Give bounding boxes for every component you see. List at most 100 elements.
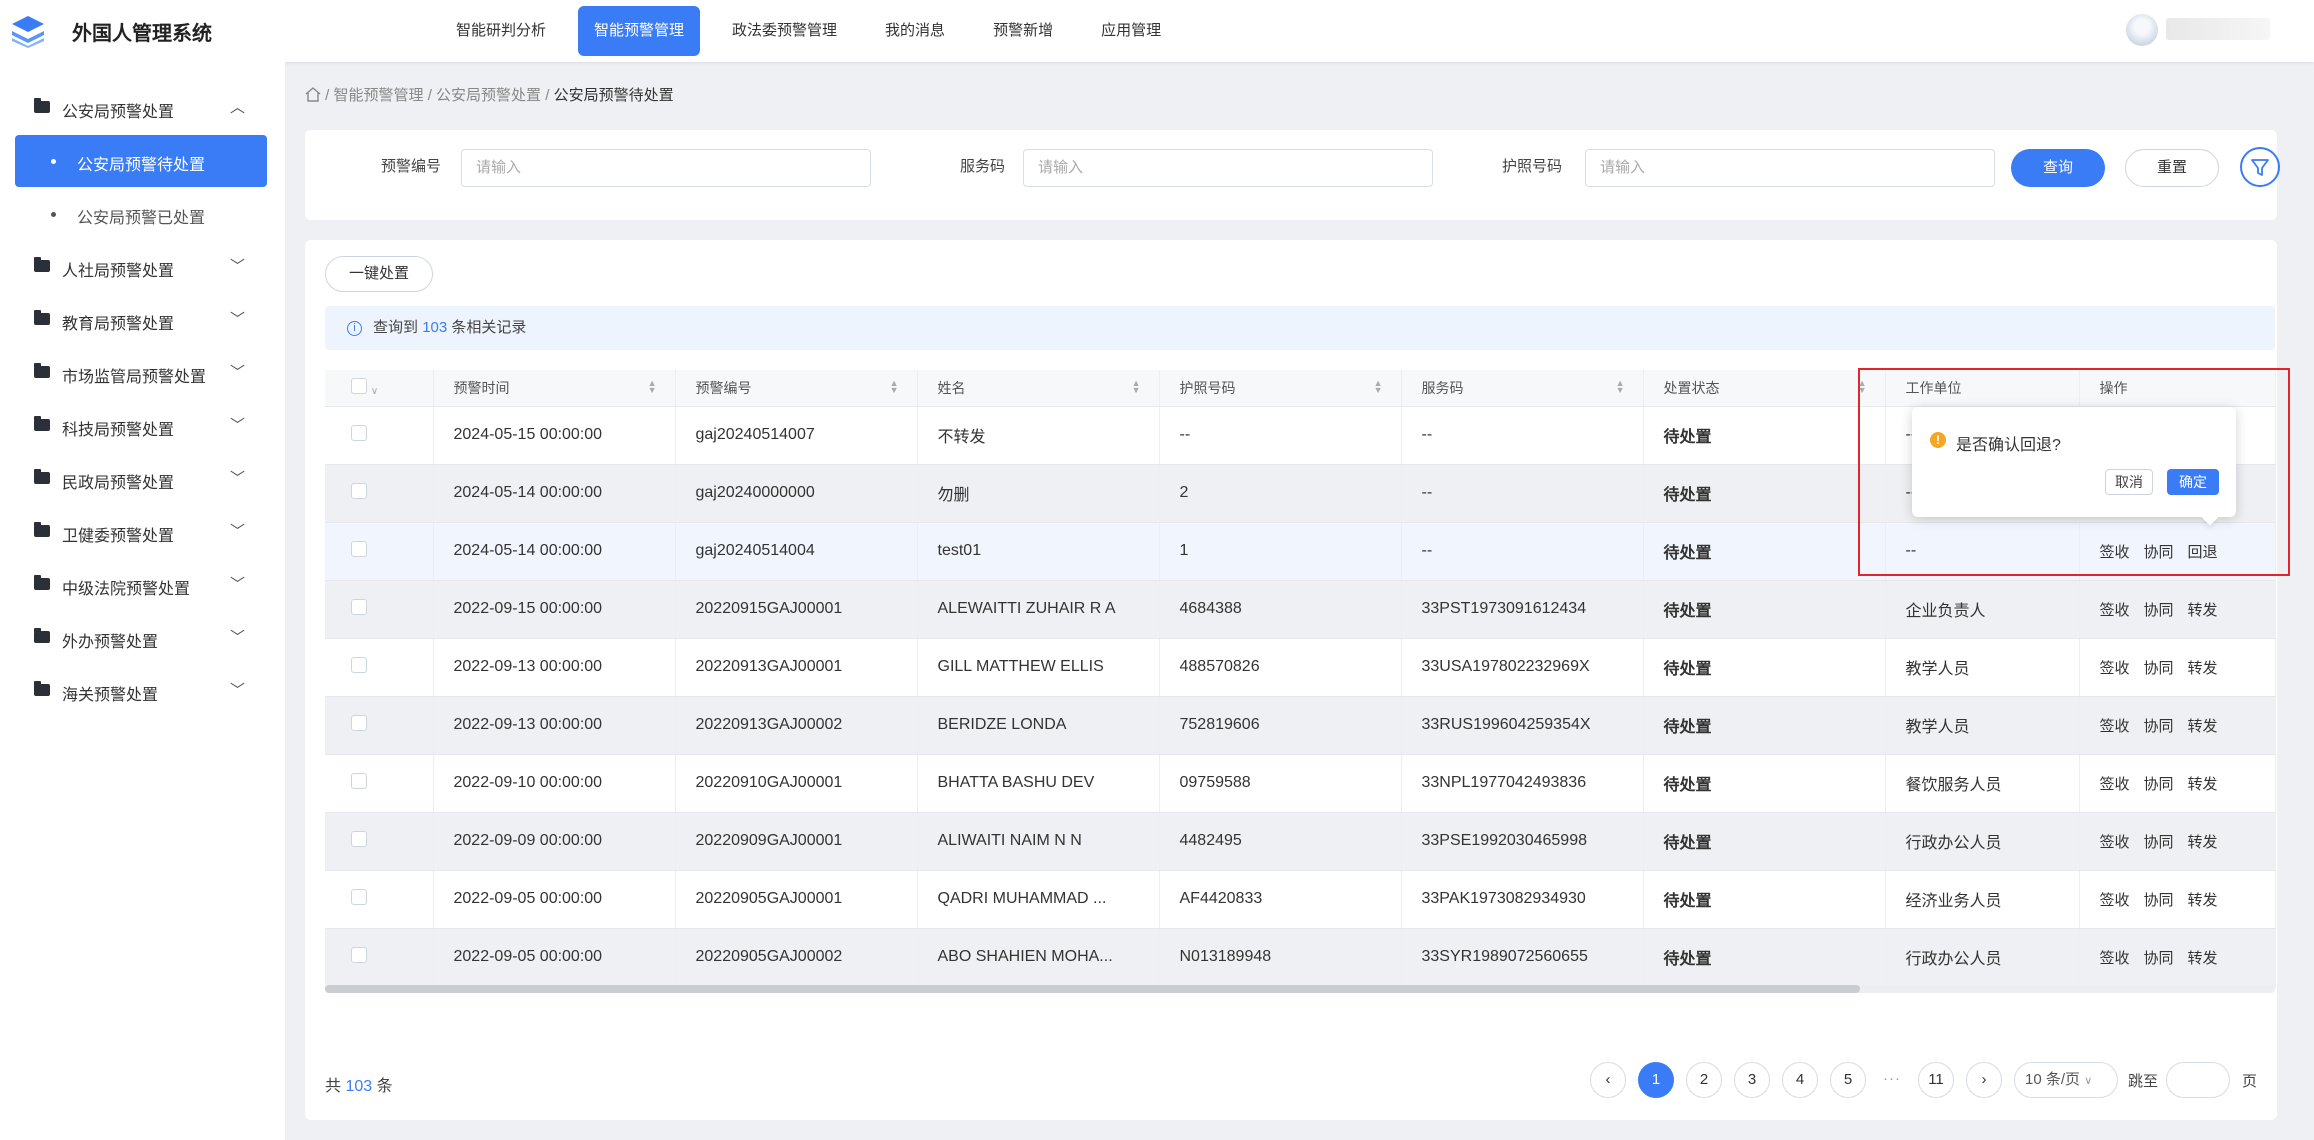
warning-no-input[interactable]: 请输入 [461, 149, 871, 187]
horizontal-scrollbar[interactable] [325, 985, 1860, 993]
page-4[interactable]: 4 [1782, 1062, 1818, 1098]
prev-page-button[interactable]: ‹ [1590, 1062, 1626, 1098]
sidebar-group-education[interactable]: 教育局预警处置 ﹀ [0, 299, 285, 339]
passport-input[interactable]: 请输入 [1585, 149, 1995, 187]
breadcrumb-item[interactable]: 智能预警管理 [334, 87, 424, 104]
row-checkbox[interactable] [351, 888, 367, 905]
result-info-bar: i 查询到 103 条相关记录 [325, 306, 2275, 350]
sidebar-item-police-pending[interactable]: 公安局预警待处置 [15, 135, 267, 187]
action-link[interactable]: 协同 [2144, 718, 2174, 735]
sort-icon[interactable]: ▲ ▼ [1616, 379, 1625, 395]
table-row: 2022-09-09 00:00:00 20220909GAJ00001 ALIWA… [325, 812, 2276, 871]
username-blurred[interactable] [2166, 18, 2270, 40]
sort-icon[interactable]: ▲ ▼ [890, 379, 899, 395]
batch-process-button[interactable]: 一键处置 [325, 256, 433, 292]
page-5[interactable]: 5 [1830, 1062, 1866, 1098]
action-link[interactable]: 转发 [2188, 660, 2218, 677]
action-link[interactable]: 转发 [2188, 892, 2218, 909]
col-passport[interactable]: 护照号码 ▲ ▼ [1159, 370, 1402, 407]
sidebar-group-customs[interactable]: 海关预警处置 ﹀ [0, 670, 285, 710]
home-icon[interactable] [305, 87, 321, 102]
sidebar-item-police-handled[interactable]: 公安局预警已处置 [15, 188, 267, 240]
action-link[interactable]: 转发 [2188, 602, 2218, 619]
top-bar: 外国人管理系统 智能研判分析 智能预警管理 政法委预警管理 我的消息 预警新增 … [0, 0, 2314, 62]
sidebar-group-civil[interactable]: 民政局预警处置 ﹀ [0, 458, 285, 498]
table-row: 2022-09-13 00:00:00 20220913GAJ00002 BERID… [325, 696, 2276, 755]
nav-item-warning-management[interactable]: 智能预警管理 [578, 6, 701, 56]
cell-actions: 签收协同转发 [2079, 812, 2276, 871]
row-checkbox[interactable] [351, 714, 367, 731]
reset-button[interactable]: 重置 [2125, 149, 2219, 187]
nav-item-analysis[interactable]: 智能研判分析 [440, 6, 562, 56]
next-page-button[interactable]: › [1966, 1062, 2002, 1098]
action-link[interactable]: 协同 [2144, 602, 2174, 619]
row-checkbox[interactable] [351, 424, 367, 441]
page-1[interactable]: 1 [1638, 1062, 1674, 1098]
popconfirm-cancel-button[interactable]: 取消 [2105, 469, 2153, 495]
col-name[interactable]: 姓名 ▲ ▼ [917, 370, 1160, 407]
action-link[interactable]: 签收 [2100, 602, 2130, 619]
avatar[interactable] [2126, 14, 2158, 46]
action-link[interactable]: 协同 [2144, 950, 2174, 967]
action-link[interactable]: 协同 [2144, 892, 2174, 909]
page-2[interactable]: 2 [1686, 1062, 1722, 1098]
page-size-select[interactable]: 10 条/页 ∨ [2014, 1062, 2118, 1098]
row-checkbox[interactable] [351, 946, 367, 963]
row-checkbox[interactable] [351, 598, 367, 615]
row-select-cell [325, 812, 434, 871]
sidebar-item-label: 公安局预警已处置 [77, 210, 206, 227]
sidebar-group-tech[interactable]: 科技局预警处置 ﹀ [0, 405, 285, 445]
row-checkbox[interactable] [351, 540, 367, 557]
page-ellipsis[interactable]: ··· [1878, 1062, 1906, 1098]
action-link[interactable]: 协同 [2144, 834, 2174, 851]
nav-item-political-legal[interactable]: 政法委预警管理 [716, 6, 853, 56]
cell-passport: 488570826 [1159, 638, 1402, 697]
sidebar-group-foreign-affairs[interactable]: 外办预警处置 ﹀ [0, 617, 285, 657]
row-checkbox[interactable] [351, 482, 367, 499]
query-button[interactable]: 查询 [2011, 149, 2105, 187]
sidebar-group-market[interactable]: 市场监管局预警处置 ﹀ [0, 352, 285, 392]
col-warning-no[interactable]: 预警编号 ▲ ▼ [675, 370, 918, 407]
sidebar-group-hr[interactable]: 人社局预警处置 ﹀ [0, 246, 285, 286]
page-3[interactable]: 3 [1734, 1062, 1770, 1098]
popconfirm-ok-button[interactable]: 确定 [2167, 469, 2219, 495]
action-link[interactable]: 转发 [2188, 776, 2218, 793]
select-all-checkbox[interactable] [351, 378, 367, 395]
cell-name: test01 [917, 522, 1160, 581]
row-checkbox[interactable] [351, 772, 367, 789]
action-link[interactable]: 协同 [2144, 660, 2174, 677]
nav-item-app-management[interactable]: 应用管理 [1085, 6, 1177, 56]
column-header: 处置状态 [1663, 379, 1720, 396]
action-link[interactable]: 协同 [2144, 776, 2174, 793]
sidebar-group-court[interactable]: 中级法院预警处置 ﹀ [0, 564, 285, 604]
service-code-input[interactable]: 请输入 [1023, 149, 1433, 187]
col-warning-time[interactable]: 预警时间 ▲ ▼ [433, 370, 676, 407]
row-checkbox[interactable] [351, 656, 367, 673]
sidebar-group-health[interactable]: 卫健委预警处置 ﹀ [0, 511, 285, 551]
cell-passport: 2 [1159, 464, 1402, 523]
folder-icon [34, 681, 50, 696]
col-service-code[interactable]: 服务码 ▲ ▼ [1401, 370, 1644, 407]
action-link[interactable]: 签收 [2100, 834, 2130, 851]
sidebar-group-police[interactable]: 公安局预警处置 ︿ [0, 87, 285, 127]
jump-page-input[interactable] [2166, 1062, 2231, 1098]
page-11[interactable]: 11 [1918, 1062, 1954, 1098]
breadcrumb-sep: / [325, 87, 330, 104]
nav-item-add-warning[interactable]: 预警新增 [977, 6, 1069, 56]
action-link[interactable]: 转发 [2188, 834, 2218, 851]
sort-icon[interactable]: ▲ ▼ [1374, 379, 1383, 395]
action-link[interactable]: 签收 [2100, 892, 2130, 909]
sort-icon[interactable]: ▲ ▼ [648, 379, 657, 395]
action-link[interactable]: 转发 [2188, 718, 2218, 735]
action-link[interactable]: 转发 [2188, 950, 2218, 967]
col-status[interactable]: 处置状态 ▲ ▼ [1643, 370, 1886, 407]
action-link[interactable]: 签收 [2100, 776, 2130, 793]
nav-item-messages[interactable]: 我的消息 [869, 6, 961, 56]
sort-icon[interactable]: ▲ ▼ [1132, 379, 1141, 395]
action-link[interactable]: 签收 [2100, 950, 2130, 967]
row-checkbox[interactable] [351, 830, 367, 847]
advanced-filter-button[interactable] [2240, 147, 2280, 187]
action-link[interactable]: 签收 [2100, 660, 2130, 677]
breadcrumb-item[interactable]: 公安局预警处置 [436, 87, 541, 104]
action-link[interactable]: 签收 [2100, 718, 2130, 735]
